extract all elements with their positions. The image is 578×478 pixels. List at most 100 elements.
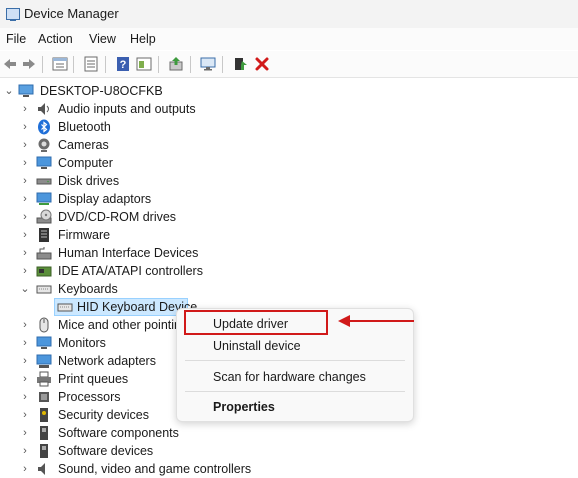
tree-item-label: Software components [58, 426, 179, 440]
tree-item-label: Sound, video and game controllers [58, 462, 252, 476]
hid-icon [36, 247, 52, 260]
tree-item-keyboards[interactable]: ⌄ Keyboards [0, 280, 578, 298]
chevron-right-icon[interactable]: › [20, 338, 30, 349]
chevron-right-icon[interactable]: › [20, 230, 30, 241]
tree-item-hid[interactable]: › Human Interface Devices [0, 244, 578, 262]
toolbar-separator [42, 56, 43, 73]
forward-icon[interactable] [21, 56, 37, 72]
menu-view[interactable]: View [89, 32, 116, 46]
network-icon [36, 354, 52, 368]
tree-item-label: Firmware [58, 228, 111, 242]
tree-item-bluetooth[interactable]: › Bluetooth [0, 118, 578, 136]
back-icon[interactable] [2, 56, 18, 72]
menu-file[interactable]: File [6, 32, 26, 46]
tree-item-display-adaptors[interactable]: › Display adaptors [0, 190, 578, 208]
bluetooth-icon [38, 119, 50, 135]
software-icon [40, 426, 48, 440]
chevron-right-icon[interactable]: › [20, 428, 30, 439]
chevron-right-icon[interactable]: › [20, 410, 30, 421]
tree-item-label: Monitors [58, 336, 106, 350]
toolbar-separator [158, 56, 159, 73]
tree-item-software-components[interactable]: › Software components [0, 424, 578, 442]
keyboard-icon [57, 303, 73, 312]
chevron-right-icon[interactable]: › [20, 122, 30, 133]
disk-drive-icon [36, 178, 52, 185]
tree-item-disk-drives[interactable]: › Disk drives [0, 172, 578, 190]
toolbar-separator [73, 56, 74, 73]
tree-item-dvd[interactable]: › DVD/CD-ROM drives [0, 208, 578, 226]
tree-item-label: Bluetooth [58, 120, 111, 134]
tree-item-label: Audio inputs and outputs [58, 102, 196, 116]
tree-item-label: Computer [58, 156, 113, 170]
tree-item-sound[interactable]: › Sound, video and game controllers [0, 460, 578, 478]
tree-item-software-devices[interactable]: › Software devices [0, 442, 578, 460]
computer-icon [18, 84, 34, 97]
tree-item-label: Cameras [58, 138, 109, 152]
tree-item-cameras[interactable]: › Cameras [0, 136, 578, 154]
chevron-right-icon[interactable]: › [20, 320, 30, 331]
toolbar: ? [0, 51, 578, 78]
ide-icon [36, 266, 52, 277]
menu-action[interactable]: Action [38, 32, 73, 46]
tree-item-label: DVD/CD-ROM drives [58, 210, 177, 224]
security-icon [40, 408, 48, 422]
chevron-down-icon[interactable]: ⌄ [4, 86, 14, 97]
tree-item-label: Mice and other pointin [58, 318, 181, 332]
chevron-right-icon[interactable]: › [20, 176, 30, 187]
uninstall-icon[interactable] [254, 56, 270, 72]
menu-scan-hardware[interactable]: Scan for hardware changes [213, 370, 366, 384]
tree-item-label: IDE ATA/ATAPI controllers [58, 264, 203, 278]
chevron-down-icon[interactable]: ⌄ [20, 284, 30, 295]
chevron-right-icon[interactable]: › [20, 374, 30, 385]
toolbar-separator [190, 56, 191, 73]
mouse-icon [39, 317, 49, 333]
chevron-right-icon[interactable]: › [20, 140, 30, 151]
tree-item-label: Disk drives [58, 174, 120, 188]
chevron-right-icon[interactable]: › [20, 194, 30, 205]
tree-item-firmware[interactable]: › Firmware [0, 226, 578, 244]
monitor-icon [36, 156, 52, 169]
tree-item-audio[interactable]: › Audio inputs and outputs [0, 100, 578, 118]
scan-hardware-icon[interactable] [200, 56, 216, 72]
chevron-right-icon[interactable]: › [20, 266, 30, 277]
monitor-icon [36, 336, 52, 349]
speaker-icon [38, 103, 49, 115]
chevron-right-icon[interactable]: › [20, 212, 30, 223]
firmware-icon [39, 228, 49, 242]
svg-text:?: ? [120, 59, 127, 71]
tree-item-ide[interactable]: › IDE ATA/ATAPI controllers [0, 262, 578, 280]
tree-item-label: Display adaptors [58, 192, 152, 206]
printer-icon [37, 371, 51, 387]
chevron-right-icon[interactable]: › [20, 392, 30, 403]
chevron-right-icon[interactable]: › [20, 158, 30, 169]
title-bar: Device Manager [0, 0, 578, 28]
tree-root[interactable]: ⌄ DESKTOP-U8OCFKB [0, 82, 578, 100]
menu-separator [185, 360, 405, 361]
properties-icon[interactable] [52, 56, 68, 72]
toolbar-separator [222, 56, 223, 73]
update-driver-toolbar-icon[interactable] [168, 56, 184, 72]
console-tree-icon[interactable] [83, 56, 99, 72]
chevron-right-icon[interactable]: › [20, 464, 30, 475]
enable-device-icon[interactable] [232, 56, 248, 72]
menu-uninstall-device[interactable]: Uninstall device [213, 339, 301, 353]
tree-item-label: Print queues [58, 372, 129, 386]
device-manager-icon [6, 8, 20, 21]
chevron-right-icon[interactable]: › [20, 356, 30, 367]
window-title: Device Manager [24, 6, 119, 21]
menu-properties[interactable]: Properties [213, 400, 275, 414]
refresh-view-icon[interactable] [136, 56, 152, 72]
tree-item-label: Network adapters [58, 354, 156, 368]
chevron-right-icon[interactable]: › [20, 248, 30, 259]
annotation-highlight-box [184, 310, 328, 335]
chevron-right-icon[interactable]: › [20, 446, 30, 457]
menu-help[interactable]: Help [130, 32, 156, 46]
help-icon[interactable]: ? [115, 56, 131, 72]
tree-item-computer[interactable]: › Computer [0, 154, 578, 172]
camera-icon [38, 138, 50, 152]
display-adapter-icon [36, 192, 52, 205]
chevron-right-icon[interactable]: › [20, 104, 30, 115]
tree-item-label: Keyboards [58, 282, 118, 296]
tree-item-label: Processors [58, 390, 121, 404]
menu-bar: File Action View Help [0, 28, 578, 50]
